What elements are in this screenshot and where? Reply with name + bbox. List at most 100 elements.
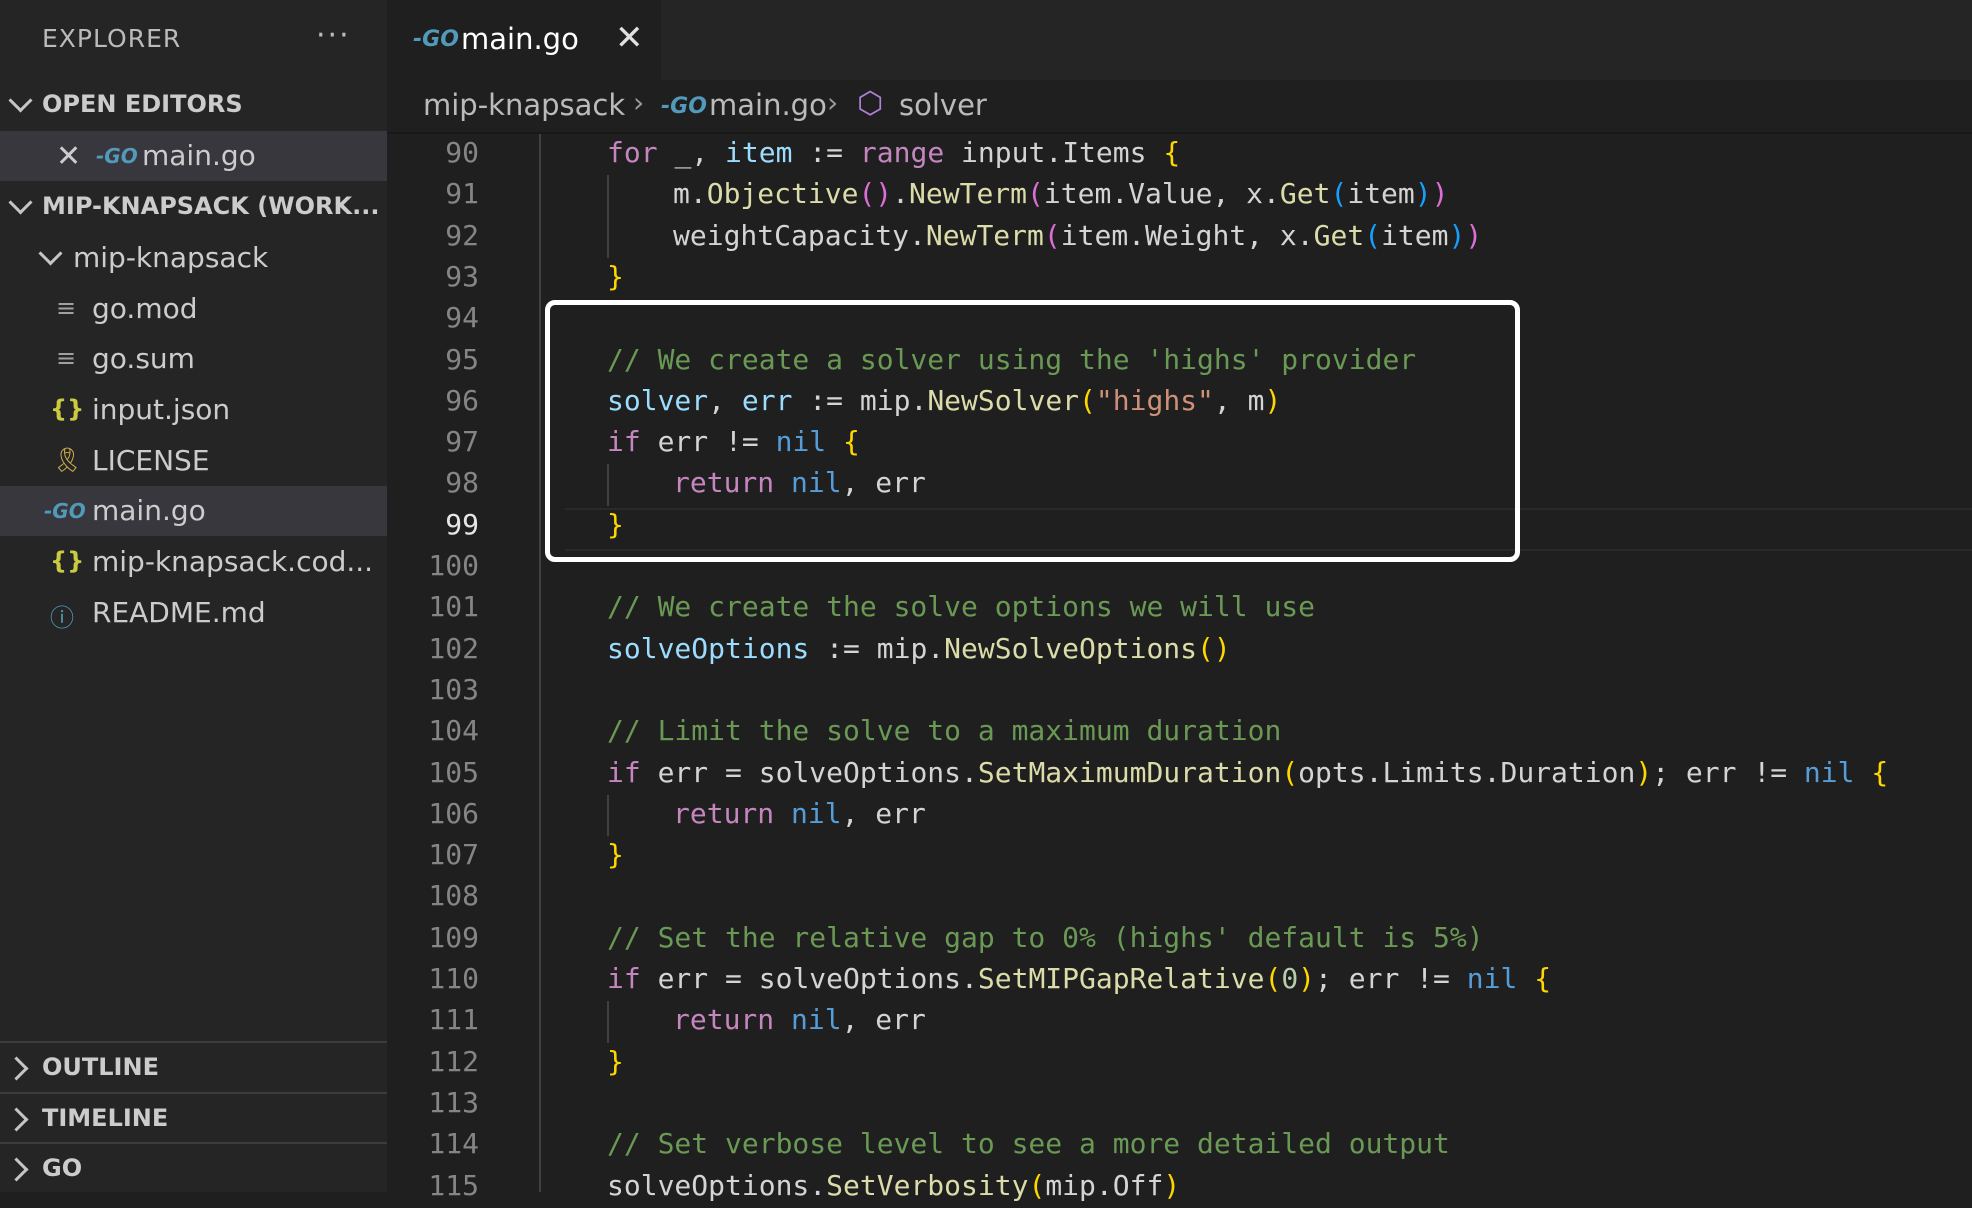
code-token: err = solveOptions. [657,755,978,789]
go-file-icon: -GO [413,27,459,52]
file-label: LICENSE [92,444,210,477]
line-content: return nil, err [673,797,926,830]
indent-guide [607,175,609,217]
chevron-right-icon: › [827,86,839,119]
file-item-license[interactable]: 🎗 LICENSE [0,436,387,486]
open-editors-section[interactable]: OPEN EDITORS [0,80,387,130]
code-line[interactable]: 111 return nil, err [387,1001,1972,1043]
open-editor-item-main-go[interactable]: ✕ -GO main.go [0,131,387,181]
folder-item-mip-knapsack[interactable]: mip-knapsack [0,233,387,283]
code-token: := mip. [809,631,945,665]
more-actions-icon[interactable]: ··· [316,18,351,53]
line-number: 91 [445,177,479,211]
line-content: m.Objective().NewTerm(item.Value, x.Get(… [673,177,1449,210]
chevron-down-icon [38,241,63,266]
code-token: , err [841,1003,926,1037]
code-line[interactable]: 112} [387,1043,1972,1084]
file-item-readme[interactable]: ⓘ README.md [0,588,387,638]
code-token: { [1871,755,1889,789]
code-token: 0 [1281,962,1299,995]
tab-main-go[interactable]: -GO main.go ✕ [387,0,661,80]
line-number: 114 [428,1127,479,1161]
file-item-input-json[interactable]: {} input.json [0,385,387,435]
code-token: { [1163,136,1181,169]
code-line[interactable]: 106 return nil, err [387,794,1972,837]
close-icon[interactable]: ✕ [615,18,644,58]
code-token: () [858,177,893,211]
line-number: 90 [445,136,479,169]
code-line[interactable]: 105 if err = solveOptions.SetMaximumDurat… [387,754,1972,795]
code-line[interactable]: 90 for _, item := range input.Items { [387,134,1972,175]
code-line[interactable]: 109 // Set the relative gap to 0% (highs'… [387,919,1972,960]
file-item-code-workspace[interactable]: {} mip-knapsack.cod... [0,537,387,587]
code-line[interactable]: 103 [387,671,1972,712]
code-line[interactable]: 115 solveOptions.SetVerbosity(mip.Off) [387,1167,1972,1208]
line-number: 96 [445,383,479,417]
code-line[interactable]: 93} [387,258,1972,299]
code-line[interactable]: 114 // Set verbose level to see a more de… [387,1125,1972,1166]
lines-icon: ≡ [56,294,77,322]
code-line[interactable]: 107} [387,836,1972,877]
code-token: ; err != [1315,962,1467,995]
lines-icon: ≡ [56,344,77,372]
code-line[interactable]: 104 // Limit the solve to a maximum durat… [387,712,1972,753]
info-icon: ⓘ [50,604,74,632]
line-number: 98 [445,466,479,500]
code-line[interactable]: 108 [387,877,1972,918]
code-token: ) [1163,1168,1181,1202]
code-token: ( [1028,1168,1046,1202]
code-token: ) [1414,177,1432,211]
breadcrumb-symbol[interactable]: solver [899,88,987,122]
code-line[interactable]: 92 weightCapacity.NewTerm(item.Weight, x.… [387,216,1972,258]
code-token: item [1381,218,1449,252]
code-token: solveOptions. [607,1168,827,1202]
explorer-title: EXPLORER [42,24,182,53]
code-token: } [607,259,624,293]
line-content: if err = solveOptions.SetMaximumDuration… [607,756,1888,789]
chevron-right-icon [4,1056,29,1081]
line-number: 92 [445,218,479,252]
code-token: ( [1281,755,1299,789]
line-number: 105 [428,755,479,789]
file-item-go-mod[interactable]: ≡ go.mod [0,284,387,334]
indent-guide [607,216,609,258]
code-token: return [673,1003,792,1037]
line-number: 110 [428,962,479,995]
code-editor[interactable]: 90 for _, item := range input.Items {91 m.… [387,134,1972,1202]
line-number: 107 [428,838,479,872]
breadcrumb-file[interactable]: main.go [709,88,827,122]
open-editors-label: OPEN EDITORS [42,90,243,118]
chevron-right-icon [4,1157,29,1182]
file-item-go-sum[interactable]: ≡ go.sum [0,334,387,384]
workspace-section[interactable]: MIP-KNAPSACK (WORK... [0,182,387,232]
code-token: ) [1448,218,1466,252]
line-number: 101 [428,590,479,624]
code-line[interactable]: 101 // We create the solve options we wil… [387,588,1972,629]
close-icon[interactable]: ✕ [56,139,81,174]
code-token: ; err != [1652,755,1804,789]
line-content: } [607,1045,624,1078]
file-item-main-go[interactable]: -GO main.go [0,486,387,536]
line-number: 100 [428,549,479,582]
code-token: SetVerbosity [826,1168,1029,1202]
outline-section[interactable]: OUTLINE [0,1043,387,1093]
code-token: if [607,962,658,995]
code-token: Get [1313,218,1365,252]
line-number: 106 [428,796,479,830]
file-label: mip-knapsack.cod... [92,545,374,578]
code-line[interactable]: 102 solveOptions := mip.NewSolveOptions() [387,630,1972,671]
code-token: for [607,136,675,169]
code-token: NewTerm [925,218,1044,252]
code-token: SetMIPGapRelative [977,962,1265,995]
timeline-section[interactable]: TIMELINE [0,1094,387,1144]
code-line[interactable]: 113 [387,1084,1972,1125]
breadcrumb-folder[interactable]: mip-knapsack [423,88,625,122]
code-line[interactable]: 110 if err = solveOptions.SetMIPGapRelati… [387,960,1972,1001]
code-token: // Set the relative gap to 0% (highs' de… [607,920,1484,954]
code-token: weightCapacity. [673,218,926,252]
code-token: err = solveOptions. [657,962,978,995]
code-token: ) [1298,962,1316,995]
go-section[interactable]: GO [0,1144,387,1194]
code-token: . [892,177,910,211]
code-line[interactable]: 91 m.Objective().NewTerm(item.Value, x.Ge… [387,175,1972,217]
